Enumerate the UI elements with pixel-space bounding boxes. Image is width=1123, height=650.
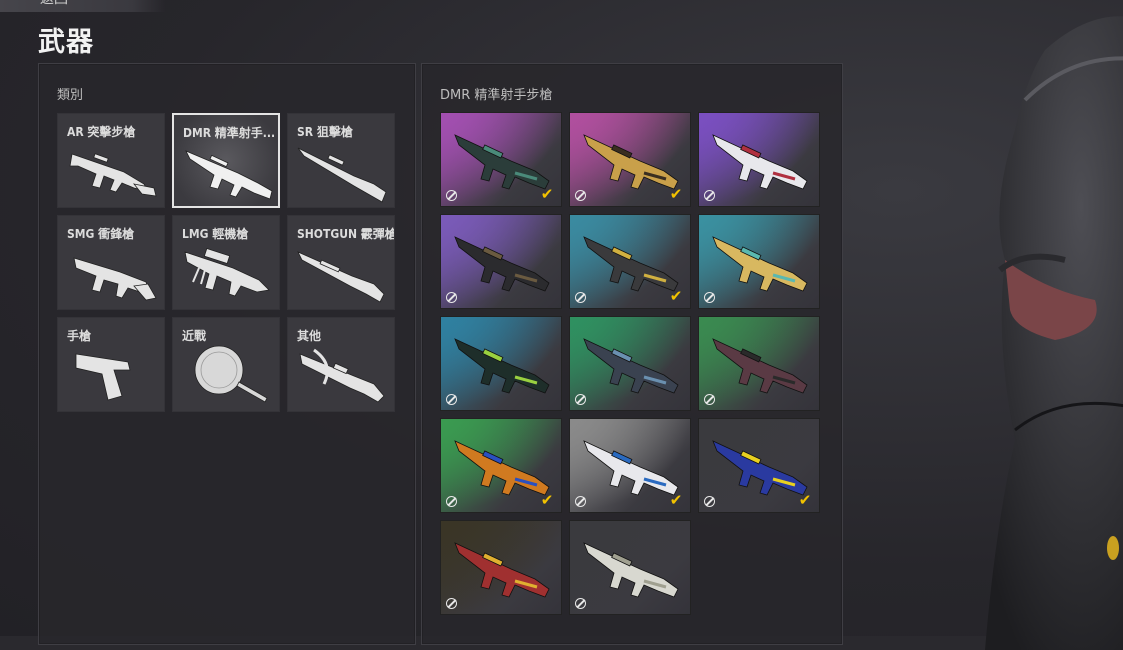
not-tradable-icon (704, 190, 715, 201)
crossbow-icon (299, 348, 385, 403)
not-tradable-icon (575, 598, 586, 609)
skin-tile[interactable] (698, 112, 820, 207)
not-tradable-icon (575, 496, 586, 507)
skin-tile[interactable] (440, 214, 562, 309)
equipped-check-icon: ✔ (669, 491, 683, 509)
rifle-skin-icon (712, 134, 808, 190)
not-tradable-icon (446, 190, 457, 201)
not-tradable-icon (446, 292, 457, 303)
page-title: 武器 (38, 27, 94, 58)
smg-icon (73, 257, 157, 301)
skin-tile[interactable]: ✔ (440, 112, 562, 207)
category-tile[interactable]: DMR 精準射手... (172, 113, 280, 208)
not-tradable-icon (575, 292, 586, 303)
back-button-label: 返回 (40, 0, 68, 7)
equipped-check-icon: ✔ (798, 491, 812, 509)
skin-tile[interactable] (698, 214, 820, 309)
category-panel: 類別 AR 突擊步槍 DMR 精準射手... SR 狙擊槍 SMG 衝鋒槍 LMG 輕機… (38, 63, 416, 645)
not-tradable-icon (446, 598, 457, 609)
shotgun-icon (297, 251, 385, 303)
skin-tile[interactable]: ✔ (569, 418, 691, 513)
category-tile[interactable]: 近戰 (172, 317, 280, 412)
equipped-check-icon: ✔ (669, 287, 683, 305)
not-tradable-icon (575, 394, 586, 405)
equipped-check-icon: ✔ (540, 491, 554, 509)
skin-panel-label: DMR 精準射手步槍 (440, 88, 553, 103)
back-button[interactable]: 返回 (0, 0, 165, 12)
category-grid: AR 突擊步槍 DMR 精準射手... SR 狙擊槍 SMG 衝鋒槍 LMG 輕機槍 SH… (57, 113, 395, 412)
rifle-skin-icon (454, 236, 550, 292)
not-tradable-icon (704, 292, 715, 303)
rifle-skin-icon (454, 338, 550, 394)
category-tile[interactable]: SHOTGUN 霰彈槍 (287, 215, 395, 310)
rifle-skin-icon (583, 542, 679, 598)
character-preview (985, 16, 1123, 650)
category-tile[interactable]: SMG 衝鋒槍 (57, 215, 165, 310)
category-tile[interactable]: SR 狙擊槍 (287, 113, 395, 208)
equipped-check-icon: ✔ (540, 185, 554, 203)
skin-tile[interactable]: ✔ (440, 418, 562, 513)
category-tile[interactable]: 手槍 (57, 317, 165, 412)
dmr-rifle-icon (185, 150, 273, 200)
rifle-skin-icon (454, 542, 550, 598)
rifle-skin-icon (712, 338, 808, 394)
not-tradable-icon (446, 394, 457, 405)
lmg-icon (184, 247, 270, 297)
skin-tile[interactable]: ✔ (569, 112, 691, 207)
not-tradable-icon (575, 190, 586, 201)
skin-tile[interactable] (698, 316, 820, 411)
skin-tile[interactable] (569, 520, 691, 615)
skin-tile[interactable] (440, 520, 562, 615)
equipped-check-icon: ✔ (669, 185, 683, 203)
skin-panel: DMR 精準射手步槍 ✔ ✔ ✔ ✔ ✔ ✔ (421, 63, 843, 645)
not-tradable-icon (704, 394, 715, 405)
not-tradable-icon (446, 496, 457, 507)
skin-tile[interactable] (569, 316, 691, 411)
sniper-rifle-icon (297, 147, 387, 203)
pistol-icon (75, 353, 131, 401)
skin-tile[interactable] (440, 316, 562, 411)
category-tile[interactable]: LMG 輕機槍 (172, 215, 280, 310)
rifle-skin-icon (712, 236, 808, 292)
skin-tile[interactable]: ✔ (569, 214, 691, 309)
category-tile[interactable]: AR 突擊步槍 (57, 113, 165, 208)
skin-tile[interactable]: ✔ (698, 418, 820, 513)
assault-rifle-icon (69, 153, 157, 197)
category-tile[interactable]: 其他 (287, 317, 395, 412)
frying-pan-icon (194, 345, 268, 403)
rifle-skin-icon (583, 338, 679, 394)
skin-grid: ✔ ✔ ✔ ✔ ✔ ✔ (440, 112, 820, 615)
not-tradable-icon (704, 496, 715, 507)
category-panel-label: 類別 (57, 88, 84, 103)
